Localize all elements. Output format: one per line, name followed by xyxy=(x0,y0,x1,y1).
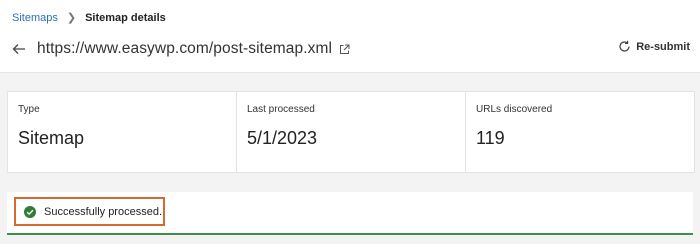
card-value: 5/1/2023 xyxy=(247,128,318,148)
breadcrumb-current: Sitemap details xyxy=(85,11,166,24)
card-label: Type xyxy=(18,104,40,115)
resubmit-button[interactable]: Re-submit xyxy=(618,40,690,53)
breadcrumb-sitemaps-link[interactable]: Sitemaps xyxy=(12,12,58,24)
card-label: Last processed xyxy=(247,104,315,115)
summary-cards: Type Sitemap Last processed 5/1/2023 URL… xyxy=(7,91,695,173)
resubmit-label: Re-submit xyxy=(636,40,690,53)
breadcrumb: Sitemaps ❯ Sitemap details xyxy=(12,11,166,25)
status-bar: Successfully processed. xyxy=(7,192,693,235)
chevron-right-icon: ❯ xyxy=(66,12,77,24)
card-urls-discovered: URLs discovered 119 xyxy=(466,92,694,172)
page-header: Sitemaps ❯ Sitemap details https://www.e… xyxy=(0,0,700,73)
sitemap-url: https://www.easywp.com/post-sitemap.xml xyxy=(37,40,333,57)
refresh-icon xyxy=(619,40,630,52)
check-circle-icon xyxy=(24,205,36,218)
status-text: Successfully processed. xyxy=(44,205,162,218)
back-arrow-icon[interactable] xyxy=(10,40,28,58)
card-type: Type Sitemap xyxy=(8,92,237,172)
card-value: Sitemap xyxy=(18,128,85,148)
card-label: URLs discovered xyxy=(476,104,553,115)
card-last-processed: Last processed 5/1/2023 xyxy=(237,92,466,172)
card-value: 119 xyxy=(476,128,505,148)
status-highlight: Successfully processed. xyxy=(14,197,165,226)
open-external-icon[interactable] xyxy=(339,43,351,55)
